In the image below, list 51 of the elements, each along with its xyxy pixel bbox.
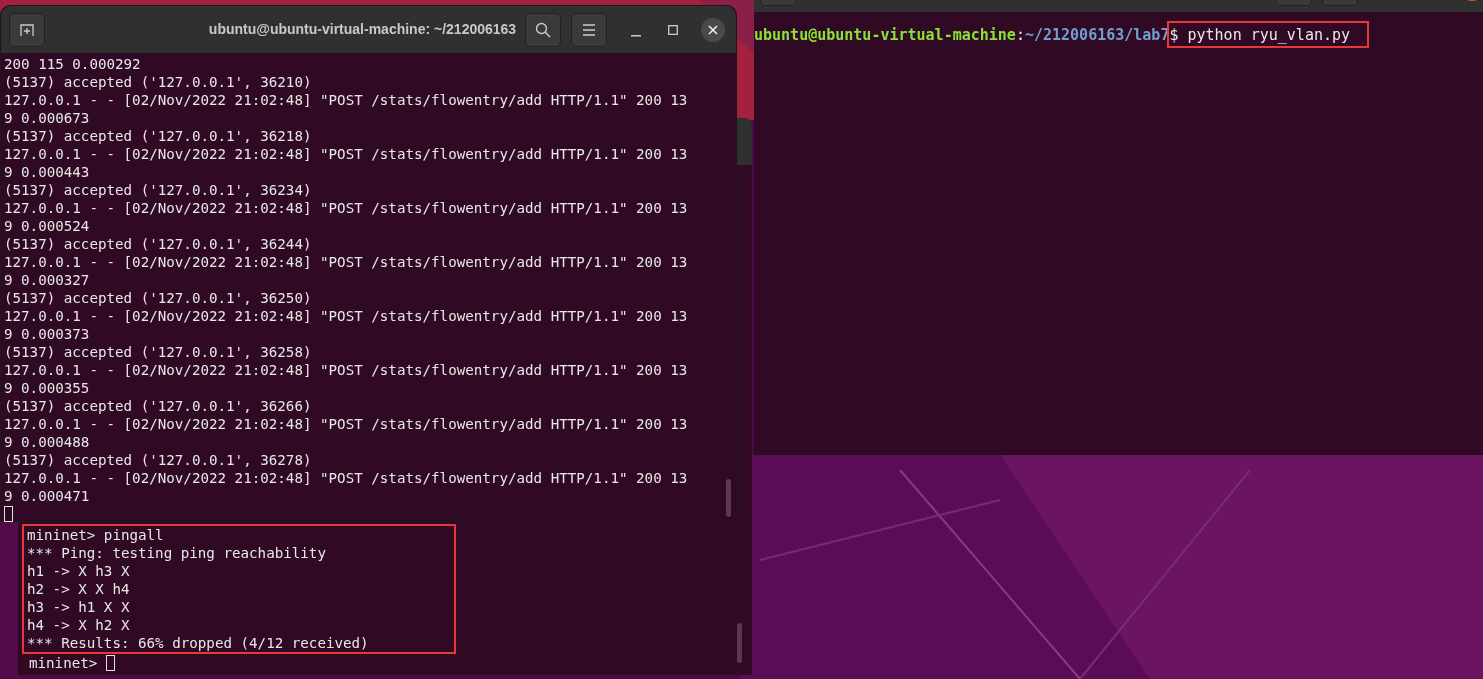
- new-tab-icon: [20, 23, 34, 37]
- close-icon: [708, 25, 718, 35]
- window-title: ubuntu@ubuntu-virtual-machine: ~/212006163: [208, 20, 517, 39]
- search-button[interactable]: [525, 13, 561, 47]
- terminal-line: (5137) accepted ('127.0.0.1', 36244): [4, 235, 312, 253]
- terminal-line: 127.0.0.1 - - [02/Nov/2022 21:02:48] "POST /stats/flowentry/add HTTP/1.1" 200 13: [4, 91, 688, 109]
- terminal-prompt: mininet>: [29, 654, 98, 672]
- terminal-line: h4 -> X h2 X: [27, 616, 130, 634]
- prompt-user: ubuntu@ubuntu-virtual-machine: [754, 24, 1016, 45]
- terminal-line: 9 0.000524: [4, 217, 90, 235]
- terminal-line: (5137) accepted ('127.0.0.1', 36250): [4, 289, 312, 307]
- terminal-line: h1 -> X h3 X: [27, 562, 130, 580]
- terminal-line: h2 -> X X h4: [27, 580, 130, 598]
- terminal-line: 127.0.0.1 - - [02/Nov/2022 21:02:48] "POST /stats/flowentry/add HTTP/1.1" 200 13: [4, 469, 688, 487]
- terminal-line: 127.0.0.1 - - [02/Nov/2022 21:02:48] "POST /stats/flowentry/add HTTP/1.1" 200 13: [4, 199, 688, 217]
- terminal-line: (5137) accepted ('127.0.0.1', 36218): [4, 127, 312, 145]
- prompt-separator: :: [1015, 24, 1025, 45]
- terminal-line: 9 0.000355: [4, 379, 90, 397]
- scrollbar[interactable]: [726, 479, 731, 517]
- terminal-line: 127.0.0.1 - - [02/Nov/2022 21:02:48] "POST /stats/flowentry/add HTTP/1.1" 200 13: [4, 415, 688, 433]
- command-text: $ python ryu_vlan.py: [1167, 21, 1370, 48]
- terminal-line: h3 -> h1 X X: [27, 598, 130, 616]
- terminal-line: (5137) accepted ('127.0.0.1', 36278): [4, 451, 312, 469]
- terminal-line: *** Ping: testing ping reachability: [27, 544, 326, 562]
- scrollbar[interactable]: [737, 623, 742, 663]
- new-tab-button[interactable]: [9, 13, 45, 47]
- terminal-line: 127.0.0.1 - - [02/Nov/2022 21:02:48] "POST /stats/flowentry/add HTTP/1.1" 200 13: [4, 145, 688, 163]
- terminal-line: (5137) accepted ('127.0.0.1', 36266): [4, 397, 312, 415]
- terminal-line: 9 0.000327: [4, 271, 90, 289]
- terminal-line: 127.0.0.1 - - [02/Nov/2022 21:02:48] "POST /stats/flowentry/add HTTP/1.1" 200 13: [4, 253, 688, 271]
- terminal-line: 9 0.000673: [4, 109, 90, 127]
- terminal-line: 9 0.000471: [4, 487, 90, 505]
- terminal-line: 200 115 0.000292: [4, 55, 141, 73]
- terminal-line: mininet> pingall: [27, 526, 164, 544]
- terminal-line: 9 0.000488: [4, 433, 90, 451]
- minimize-icon: [631, 35, 641, 37]
- terminal-line: 9 0.000373: [4, 325, 90, 343]
- terminal-line: *** Results: 66% dropped (4/12 received): [27, 634, 369, 652]
- close-button[interactable]: [701, 18, 725, 42]
- search-icon: [535, 22, 551, 38]
- terminal-line: (5137) accepted ('127.0.0.1', 36210): [4, 73, 312, 91]
- maximize-icon: [668, 25, 678, 35]
- terminal-line: 9 0.000443: [4, 163, 90, 181]
- terminal-line: 127.0.0.1 - - [02/Nov/2022 21:02:48] "POST /stats/flowentry/add HTTP/1.1" 200 13: [4, 361, 688, 379]
- terminal-line: 127.0.0.1 - - [02/Nov/2022 21:02:48] "POST /stats/flowentry/add HTTP/1.1" 200 13: [4, 307, 688, 325]
- menu-button[interactable]: [571, 13, 607, 47]
- prompt-path: ~/212006163/lab7: [1024, 24, 1170, 45]
- menu-icon: [582, 24, 596, 36]
- terminal-line: (5137) accepted ('127.0.0.1', 36234): [4, 181, 312, 199]
- terminal-line: (5137) accepted ('127.0.0.1', 36258): [4, 343, 312, 361]
- maximize-button[interactable]: [667, 24, 679, 36]
